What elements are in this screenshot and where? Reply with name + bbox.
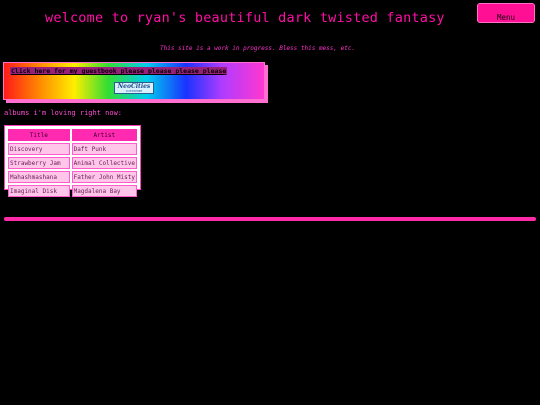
neocities-badge[interactable]: NeoCities CUSTOMIZE	[114, 82, 154, 94]
album-artist-cell: Daft Punk	[71, 143, 137, 155]
column-header-artist: Artist	[71, 129, 137, 141]
menu-button[interactable]: Menu	[477, 3, 535, 23]
albums-heading: albums i'm loving right now:	[4, 109, 123, 117]
guestbook-link[interactable]: Click here for my guestbook please pleas…	[10, 67, 228, 75]
site-title: welcome to ryan's beautiful dark twisted…	[45, 10, 445, 26]
album-title-cell: Mahashmashana	[8, 171, 70, 183]
table-row: Imaginal Disk Magdalena Bay	[8, 185, 137, 197]
album-artist-cell: Father John Misty	[71, 171, 137, 183]
album-artist-cell: Animal Collective	[71, 157, 137, 169]
album-title-cell: Strawberry Jam	[8, 157, 70, 169]
rainbow-banner: Click here for my guestbook please pleas…	[3, 62, 265, 100]
table-row: Strawberry Jam Animal Collective	[8, 157, 137, 169]
column-header-title: Title	[8, 129, 70, 141]
album-title-cell: Discovery	[8, 143, 70, 155]
site-subtitle: This site is a work in progress. Bless t…	[160, 45, 356, 52]
page: welcome to ryan's beautiful dark twisted…	[0, 0, 540, 405]
table-row: Discovery Daft Punk	[8, 143, 137, 155]
table-row: Mahashmashana Father John Misty	[8, 171, 137, 183]
neocities-badge-caption: CUSTOMIZE	[125, 89, 143, 93]
table-header-row: Title Artist	[8, 129, 137, 141]
section-divider	[4, 217, 536, 221]
album-title-cell: Imaginal Disk	[8, 185, 70, 197]
albums-table: Title Artist Discovery Daft Punk Strawbe…	[4, 125, 141, 197]
album-artist-cell: Magdalena Bay	[71, 185, 137, 197]
